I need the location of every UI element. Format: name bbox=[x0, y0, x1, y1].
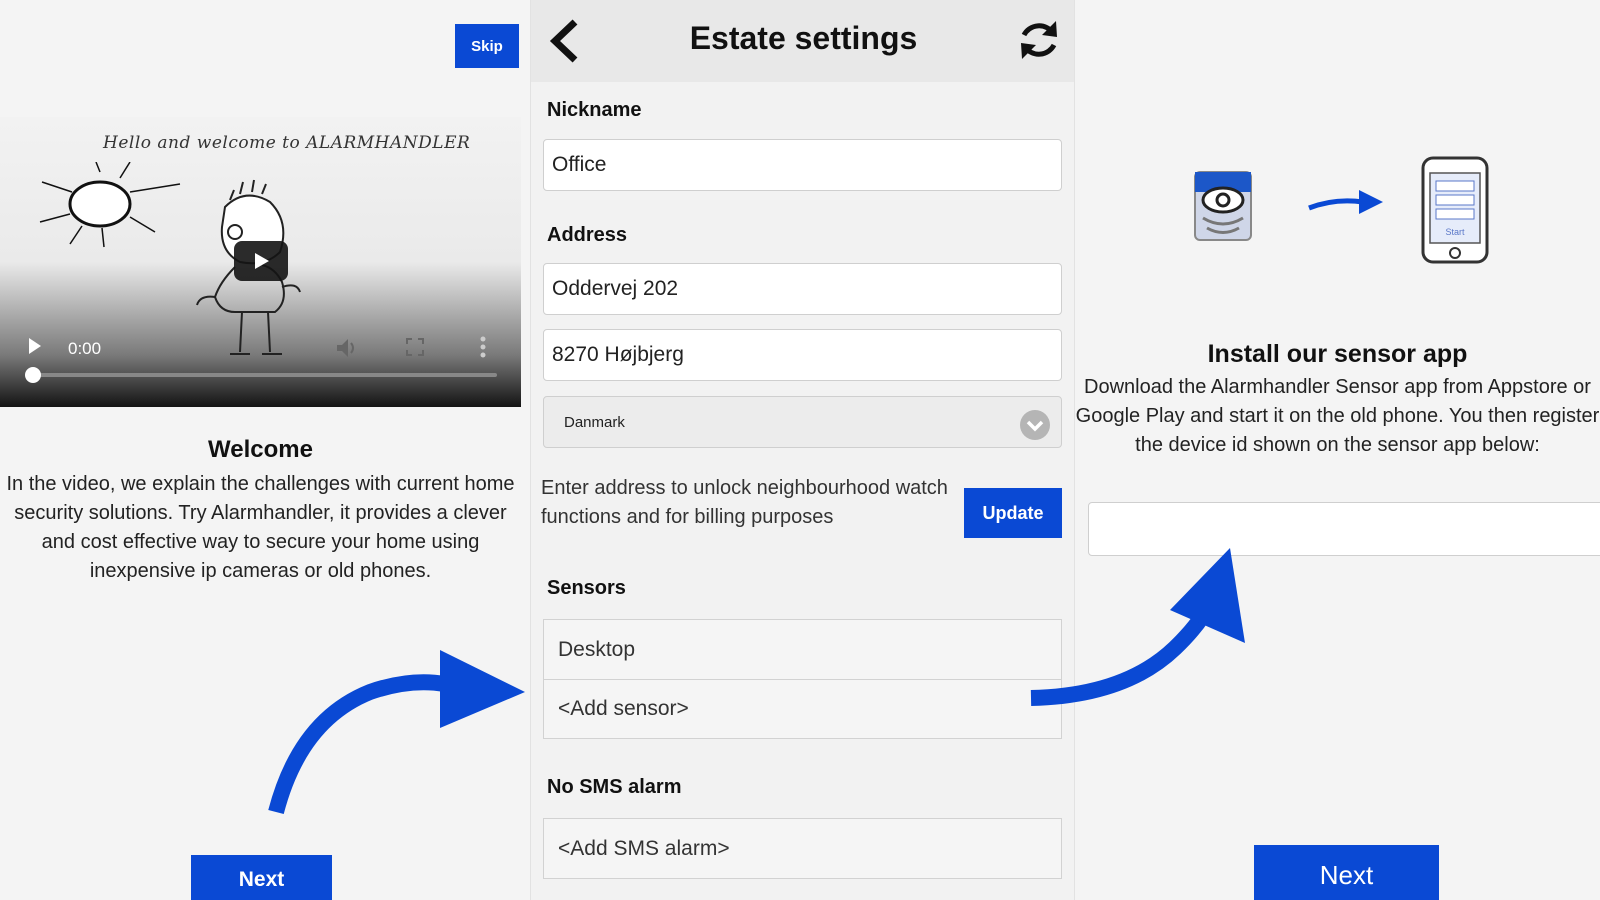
address-label: Address bbox=[547, 224, 628, 246]
nickname-label: Nickname bbox=[547, 99, 642, 121]
address-line2-input[interactable]: 8270 Højbjerg bbox=[543, 329, 1062, 381]
chevron-down-icon bbox=[1020, 410, 1050, 440]
header-bar: Estate settings bbox=[531, 0, 1074, 82]
progress-handle[interactable] bbox=[25, 367, 41, 383]
more-icon[interactable] bbox=[480, 335, 486, 364]
device-id-input[interactable] bbox=[1088, 502, 1600, 556]
install-description: Download the Alarmhandler Sensor app fro… bbox=[1075, 376, 1600, 456]
arrow-right-icon bbox=[1308, 190, 1383, 214]
welcome-title: Welcome bbox=[208, 436, 313, 463]
estate-settings-screen: Estate settings Nickname Office Address … bbox=[530, 0, 1075, 900]
install-title: Install our sensor app bbox=[1207, 340, 1468, 368]
sensor-camera-icon bbox=[1194, 171, 1252, 241]
country-value: Danmark bbox=[564, 413, 625, 431]
video-progress-bar[interactable] bbox=[25, 367, 497, 383]
sensor-item-desktop[interactable]: Desktop bbox=[544, 620, 1061, 679]
sensors-label: Sensors bbox=[547, 577, 626, 599]
skip-button[interactable]: Skip bbox=[455, 24, 519, 68]
sms-alarm-label: No SMS alarm bbox=[547, 776, 682, 798]
video-time: 0:00 bbox=[68, 339, 102, 358]
sensors-list: Desktop <Add sensor> bbox=[543, 619, 1062, 739]
nickname-input[interactable]: Office bbox=[543, 139, 1062, 191]
refresh-icon[interactable] bbox=[1016, 17, 1062, 63]
phone-icon: Start bbox=[1421, 156, 1489, 264]
welcome-video[interactable]: Hello and welcome to ALARMHANDLER 0:00 bbox=[0, 117, 521, 407]
play-icon[interactable] bbox=[28, 337, 42, 360]
welcome-screen: Skip Hello and welcome to ALARMHANDLER 0… bbox=[0, 0, 530, 900]
add-sms-alarm-item[interactable]: <Add SMS alarm> bbox=[544, 819, 1061, 878]
phone-screen-label: Start bbox=[1445, 227, 1465, 237]
page-title: Estate settings bbox=[689, 20, 918, 56]
video-caption: Hello and welcome to ALARMHANDLER bbox=[103, 133, 471, 153]
address-note: Enter address to unlock neighbourhood wa… bbox=[541, 477, 948, 528]
play-video-button[interactable] bbox=[234, 241, 288, 281]
volume-icon[interactable] bbox=[335, 337, 359, 364]
fullscreen-icon[interactable] bbox=[405, 337, 425, 362]
country-select[interactable]: Danmark bbox=[543, 396, 1062, 448]
sensor-app-screen: Start Install our sensor app Download th… bbox=[1075, 0, 1600, 900]
sms-alarm-list: <Add SMS alarm> bbox=[543, 818, 1062, 879]
address-line1-input[interactable]: Oddervej 202 bbox=[543, 263, 1062, 315]
next-button[interactable]: Next bbox=[1254, 845, 1439, 900]
next-button[interactable]: Next bbox=[191, 855, 332, 900]
update-button[interactable]: Update bbox=[964, 488, 1062, 538]
welcome-description: In the video, we explain the challenges … bbox=[6, 473, 515, 582]
video-controls: 0:00 bbox=[0, 327, 521, 377]
add-sensor-item[interactable]: <Add sensor> bbox=[544, 679, 1061, 738]
play-icon bbox=[255, 253, 269, 269]
